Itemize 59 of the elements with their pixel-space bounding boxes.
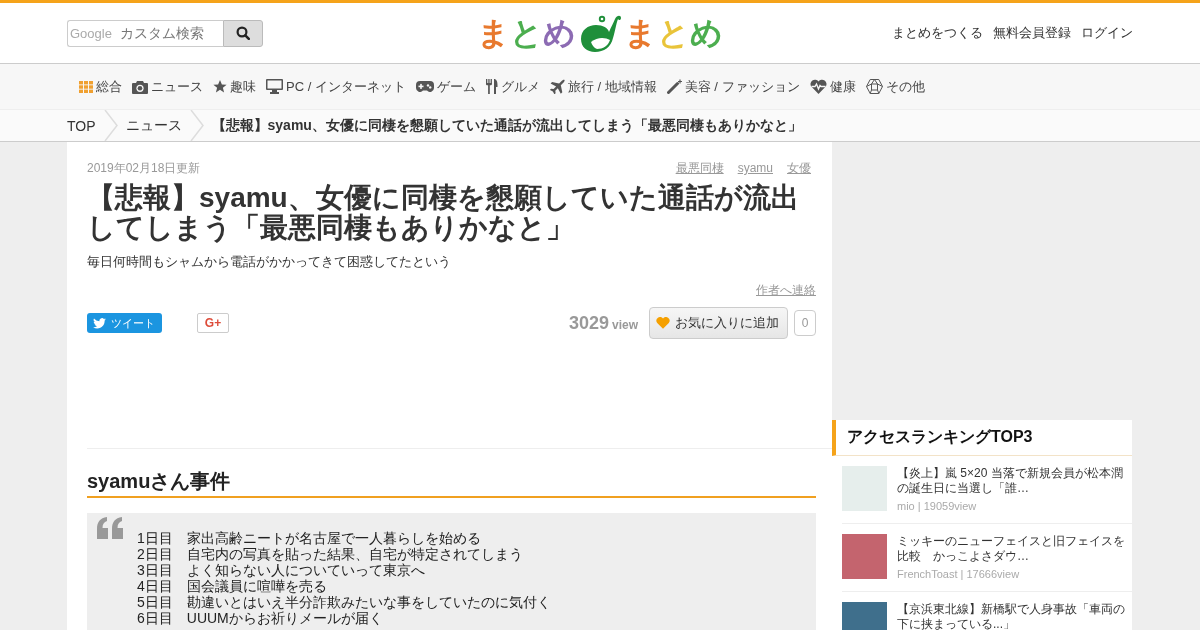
quote-line: 3日目 よく知らない人についていって東京へ	[137, 562, 426, 578]
updated-date: 2019年02月18日更新	[87, 160, 201, 176]
search-brand-text: Google	[70, 25, 112, 41]
utensils-icon	[485, 79, 498, 94]
header-link[interactable]: まとめをつくる	[892, 24, 983, 42]
share-button[interactable]: G+	[197, 313, 229, 333]
ranking-meta: mio | 19059view	[897, 500, 978, 513]
favorite-count: 0	[794, 310, 816, 336]
nav-link[interactable]: 総合	[79, 77, 122, 96]
grid-icon	[79, 80, 93, 93]
photo-placeholder[interactable]	[842, 534, 887, 579]
search-icon	[236, 26, 250, 40]
nav-link[interactable]: 旅行 / 地域情報	[549, 77, 657, 96]
quote-mark-icon	[97, 517, 124, 539]
quote-line: 2日目 自宅内の写真を貼った結果、自宅が特定されてしまう	[137, 546, 524, 562]
airplane-icon	[549, 79, 565, 94]
chevron-icon	[103, 110, 118, 141]
favorite-button[interactable]: お気に入りに追加	[649, 307, 788, 339]
article-title: 【悲報】syamu、女優に同棲を懇願していた通話が流出してしまう「最悪同棲もありかなと」	[87, 183, 800, 243]
breadcrumb-current: 【悲報】syamu、女優に同棲を懇願していた通話が流出してしまう「最悪同棲もありかなと」	[211, 116, 802, 135]
nav-link[interactable]: 趣味	[213, 77, 256, 96]
ranking-article-link[interactable]: 【京浜東北線】新橋駅で人身事故「車両の下に挟まっている...」	[897, 602, 1126, 630]
ranking-meta: FrenchToast | 17666view	[897, 568, 1021, 581]
article-lead: 毎日何時間もシャムから電話がかかってきて困惑してたという	[87, 254, 452, 270]
gamepad-icon	[415, 81, 434, 92]
nav-link[interactable]: 健康	[809, 77, 856, 96]
section-heading: syamuさん事件	[87, 449, 816, 498]
ranking-article-link[interactable]: ミッキーのニューフェイスと旧フェイスを比較 かっこよさダウ…	[897, 534, 1126, 564]
header-link[interactable]: ログイン	[1081, 24, 1133, 42]
view-unit: view	[612, 318, 638, 332]
snail-logo-icon[interactable]	[578, 13, 622, 53]
view-count: 3029	[568, 312, 609, 334]
breadcrumb-link[interactable]: TOP	[67, 117, 96, 134]
polyhedron-icon	[865, 79, 883, 94]
star-icon	[213, 80, 227, 93]
breadcrumb-link[interactable]: ニュース	[125, 116, 182, 135]
logo-text[interactable]: まとめ	[477, 13, 576, 53]
nav-link[interactable]: グルメ	[485, 77, 540, 96]
nav-link[interactable]: ゲーム	[415, 77, 476, 96]
monitor-icon	[266, 79, 283, 94]
camera-icon	[132, 79, 148, 94]
nav-link[interactable]: その他	[865, 77, 925, 96]
quote-line: 4日目 国会議員に喧嘩を売る	[137, 578, 328, 594]
quote-line: 6日目 UUUMからお祈りメールが届く	[137, 610, 384, 626]
quote-line: 1日目 家出高齢ニートが名古屋で一人暮らしを始める	[137, 530, 482, 546]
heart-pulse-icon	[809, 79, 827, 94]
nav-link[interactable]: PC / インターネット	[266, 77, 406, 96]
header-link[interactable]: 無料会員登録	[993, 24, 1071, 42]
nav-link[interactable]: ニュース	[132, 77, 203, 96]
chevron-icon	[189, 110, 204, 141]
heart-icon	[656, 317, 670, 329]
photo-placeholder[interactable]	[842, 466, 887, 511]
ranking-article-link[interactable]: 【炎上】嵐 5×20 当落で新規会員が松本潤の誕生日に当選し「誰…	[897, 466, 1126, 496]
bird-icon	[93, 317, 106, 329]
search-button[interactable]	[223, 19, 263, 47]
nav-link[interactable]: 美容 / ファッション	[666, 77, 800, 96]
wand-icon	[666, 79, 682, 94]
quote-line: 5日目 勘違いとはいえ半分詐欺みたいな事をしていたのに気付く	[137, 594, 551, 610]
ranking-title: アクセスランキングTOP3	[847, 427, 1033, 447]
